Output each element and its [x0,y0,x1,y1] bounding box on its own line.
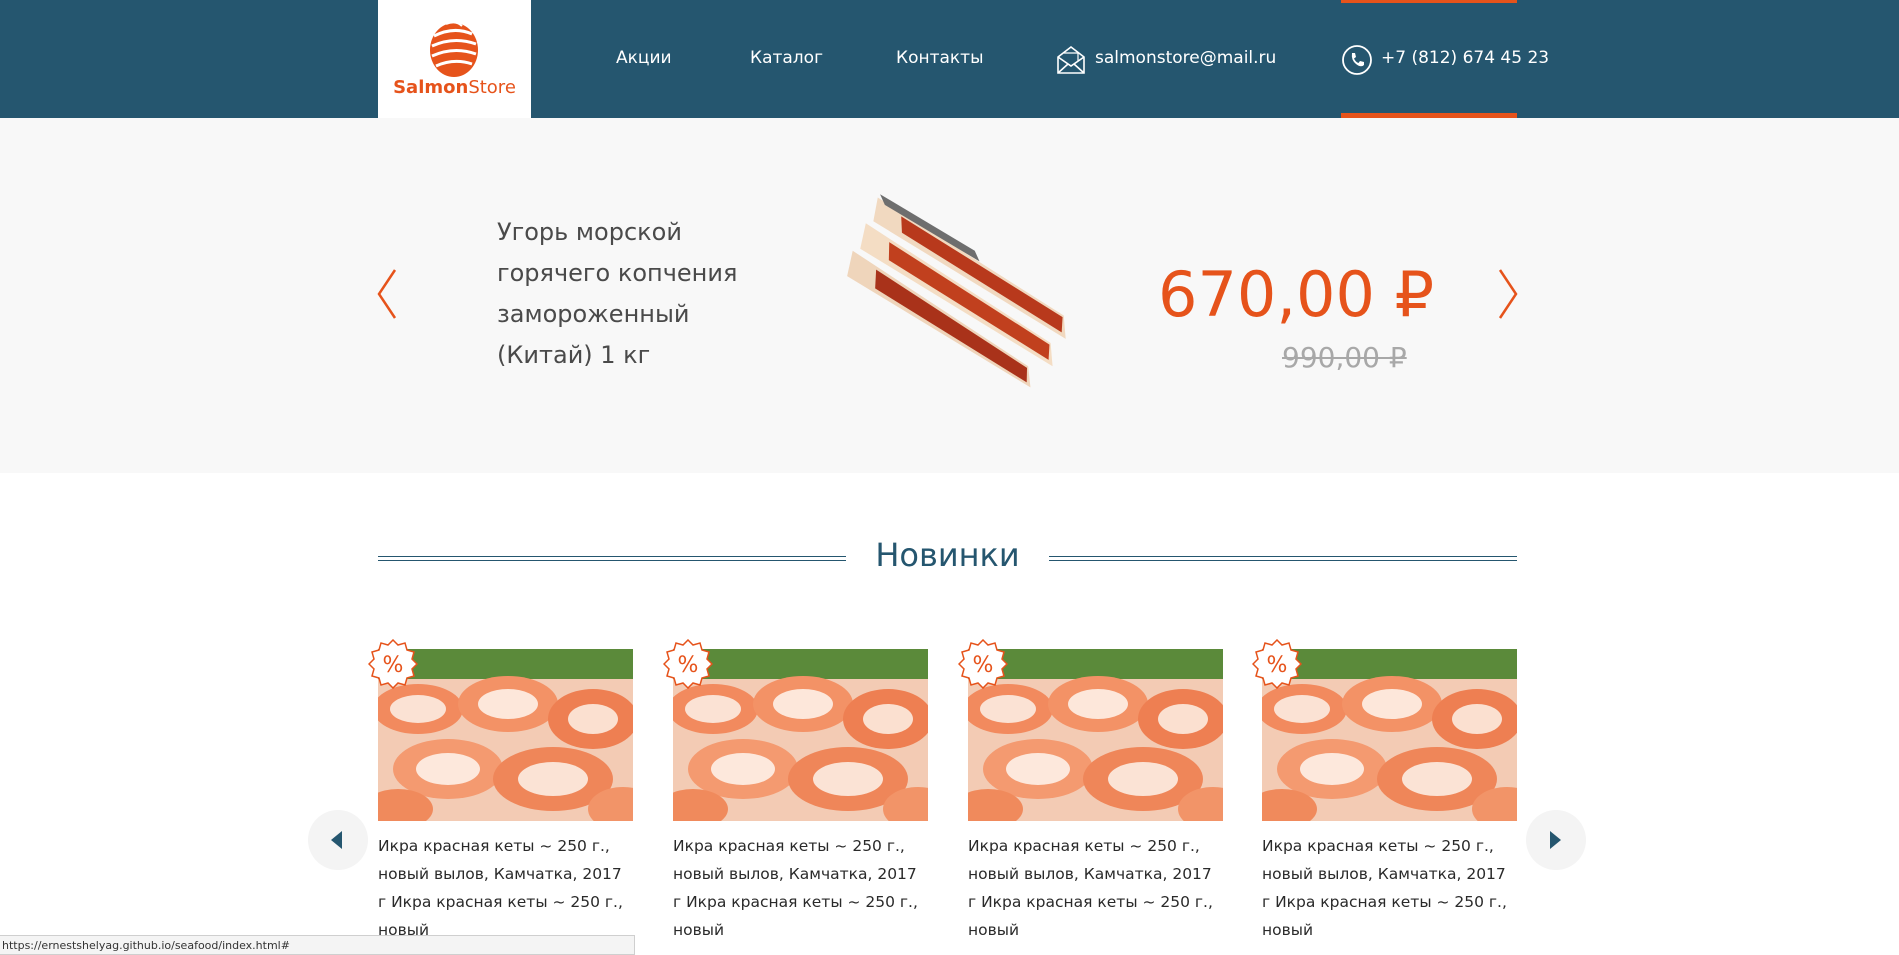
banner-price-old: 990,00 ₽ [1282,341,1407,374]
percent-badge-icon: % [663,639,713,689]
percent-badge-icon: % [368,639,418,689]
svg-text:%: % [973,653,994,678]
banner-price-new: 670,00 ₽ [1158,258,1435,331]
product-description[interactable]: Икра красная кеты ~ 250 г., новый вылов,… [673,832,928,944]
percent-badge-icon: % [958,639,1008,689]
product-description[interactable]: Икра красная кеты ~ 250 г., новый вылов,… [968,832,1223,944]
eel-product-image [847,194,1066,388]
svg-text:%: % [678,653,699,678]
section-divider-right [1049,556,1517,561]
section-title: Новинки [875,536,1020,574]
chevron-left-icon[interactable] [376,268,398,320]
triangle-left-icon [331,831,342,849]
site-header: SalmonStore Акции Каталог Контакты salmo… [0,0,1899,118]
salmon-logo-icon [430,21,478,77]
logo[interactable]: SalmonStore [378,0,531,118]
chevron-right-icon[interactable] [1497,268,1519,320]
products-prev-button[interactable] [308,810,368,870]
percent-badge-icon: % [1252,639,1302,689]
logo-text: SalmonStore [393,77,516,98]
banner-product-title: Угорь морской горячего копчения замороже… [497,218,738,369]
email-link[interactable]: salmonstore@mail.ru [1095,48,1276,68]
products-next-button[interactable] [1526,810,1586,870]
envelope-icon [1057,45,1085,74]
browser-status-url: https://ernestshelyag.github.io/seafood/… [0,935,635,955]
phone-link[interactable]: +7 (812) 674 45 23 [1381,48,1549,68]
promo-banner: Угорь морской горячего копчения замороже… [0,118,1899,473]
svg-text:%: % [383,653,404,678]
product-description[interactable]: Икра красная кеты ~ 250 г., новый вылов,… [1262,832,1517,944]
product-description[interactable]: Икра красная кеты ~ 250 г., новый вылов,… [378,832,633,944]
phone-icon [1342,45,1372,75]
section-divider-left [378,556,846,561]
nav-item-promotions[interactable]: Акции [616,48,672,68]
nav-item-catalog[interactable]: Каталог [750,48,823,68]
nav-item-contacts[interactable]: Контакты [896,48,984,68]
svg-text:%: % [1267,653,1288,678]
triangle-right-icon [1550,831,1561,849]
